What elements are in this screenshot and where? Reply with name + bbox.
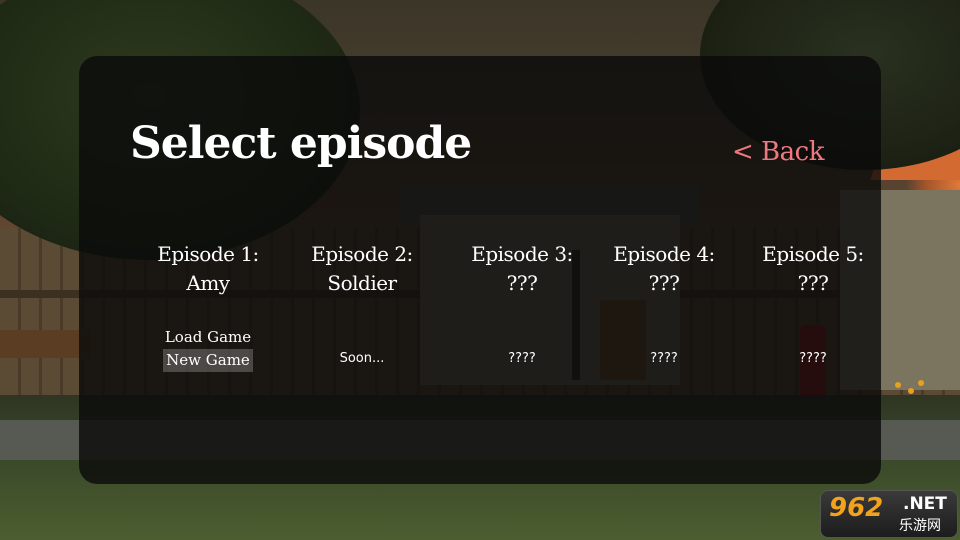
- episode-2-card: Episode 2: Soldier: [287, 240, 437, 298]
- flower: [918, 380, 924, 386]
- episode-5-name: ???: [797, 271, 829, 295]
- watermark-suffix: .NET: [903, 494, 947, 514]
- episode-3-name: ???: [506, 271, 538, 295]
- episode-4-number: Episode 4:: [613, 242, 715, 266]
- episode-3-card: Episode 3: ???: [447, 240, 597, 298]
- episode-2-status: Soon...: [339, 351, 385, 366]
- episode-4-status: ????: [650, 351, 678, 366]
- watermark-logo: 962 .NET 乐游网: [820, 490, 958, 538]
- episode-4-card: Episode 4: ???: [589, 240, 739, 298]
- back-button[interactable]: < Back: [732, 137, 824, 167]
- flower: [895, 382, 901, 388]
- flower: [908, 388, 914, 394]
- episode-1-card: Episode 1: Amy: [133, 240, 283, 298]
- episode-1-number: Episode 1:: [157, 242, 259, 266]
- page-title: Select episode: [130, 118, 472, 169]
- episode-5-number: Episode 5:: [762, 242, 864, 266]
- episode-4-name: ???: [648, 271, 680, 295]
- new-game-button[interactable]: New Game: [163, 349, 253, 372]
- episode-2-name: Soldier: [327, 271, 397, 295]
- episode-select-panel: Select episode < Back Episode 1: Amy Loa…: [79, 56, 881, 484]
- watermark-subtitle: 乐游网: [899, 518, 941, 534]
- load-game-button[interactable]: Load Game: [162, 326, 254, 349]
- episode-5-card: Episode 5: ???: [738, 240, 888, 298]
- park-bench: [0, 330, 90, 358]
- episode-5-status: ????: [799, 351, 827, 366]
- episode-2-number: Episode 2:: [311, 242, 413, 266]
- episode-3-number: Episode 3:: [471, 242, 573, 266]
- episode-1-actions: Load Game New Game: [133, 326, 283, 372]
- episode-3-status: ????: [508, 351, 536, 366]
- episode-1-name: Amy: [186, 271, 230, 295]
- watermark-number: 962: [829, 493, 884, 523]
